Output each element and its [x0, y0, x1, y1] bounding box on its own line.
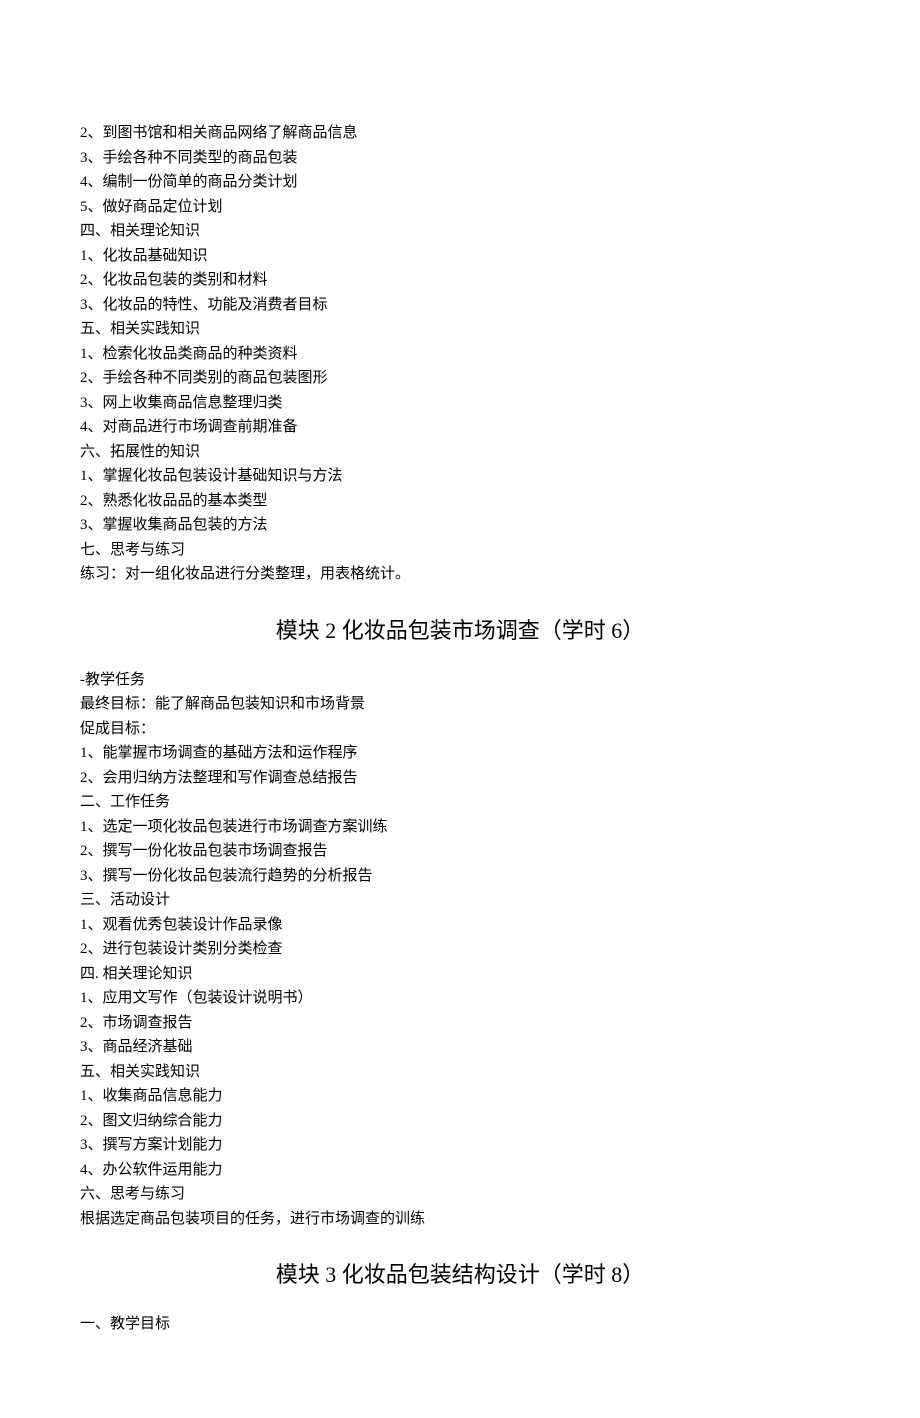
- list-item: 1、观看优秀包装设计作品录像: [80, 914, 840, 937]
- list-item: 2、撰写一份化妆品包装市场调查报告: [80, 840, 840, 863]
- list-item: 2、熟悉化妆品品的基本类型: [80, 490, 840, 513]
- body-text: 最终目标：能了解商品包装知识和市场背景: [80, 693, 840, 716]
- list-item: 1、化妆品基础知识: [80, 245, 840, 268]
- list-item: 4、对商品进行市场调查前期准备: [80, 416, 840, 439]
- section-heading: 五、相关实践知识: [80, 318, 840, 341]
- list-item: 4、办公软件运用能力: [80, 1159, 840, 1182]
- list-item: 2、市场调查报告: [80, 1012, 840, 1035]
- section-heading: 四、相关理论知识: [80, 220, 840, 243]
- section-heading: 七、思考与练习: [80, 539, 840, 562]
- list-item: 3、手绘各种不同类型的商品包装: [80, 147, 840, 170]
- list-item: 2、到图书馆和相关商品网络了解商品信息: [80, 122, 840, 145]
- section-heading: 一、教学目标: [80, 1313, 840, 1336]
- list-item: 1、应用文写作（包装设计说明书）: [80, 987, 840, 1010]
- list-item: 1、能掌握市场调查的基础方法和运作程序: [80, 742, 840, 765]
- list-item: 3、化妆品的特性、功能及消费者目标: [80, 294, 840, 317]
- list-item: 2、图文归纳综合能力: [80, 1110, 840, 1133]
- body-text: 根据选定商品包装项目的任务，进行市场调查的训练: [80, 1208, 840, 1231]
- list-item: 2、进行包装设计类别分类检查: [80, 938, 840, 961]
- list-item: 3、网上收集商品信息整理归类: [80, 392, 840, 415]
- section-heading: 六、拓展性的知识: [80, 441, 840, 464]
- list-item: 3、撰写一份化妆品包装流行趋势的分析报告: [80, 865, 840, 888]
- list-item: 3、掌握收集商品包装的方法: [80, 514, 840, 537]
- section-heading: 四. 相关理论知识: [80, 963, 840, 986]
- section-heading: -教学任务: [80, 669, 840, 692]
- list-item: 2、化妆品包装的类别和材料: [80, 269, 840, 292]
- body-text: 练习：对一组化妆品进行分类整理，用表格统计。: [80, 563, 840, 586]
- list-item: 4、编制一份简单的商品分类计划: [80, 171, 840, 194]
- section-heading: 二、工作任务: [80, 791, 840, 814]
- body-text: 促成目标：: [80, 718, 840, 741]
- module-title: 模块 2 化妆品包装市场调查（学时 6）: [80, 614, 840, 647]
- list-item: 3、撰写方案计划能力: [80, 1134, 840, 1157]
- list-item: 1、收集商品信息能力: [80, 1085, 840, 1108]
- list-item: 1、掌握化妆品包装设计基础知识与方法: [80, 465, 840, 488]
- list-item: 2、手绘各种不同类别的商品包装图形: [80, 367, 840, 390]
- section-heading: 三、活动设计: [80, 889, 840, 912]
- list-item: 3、商品经济基础: [80, 1036, 840, 1059]
- list-item: 1、检索化妆品类商品的种类资料: [80, 343, 840, 366]
- list-item: 5、做好商品定位计划: [80, 196, 840, 219]
- list-item: 1、选定一项化妆品包装进行市场调查方案训练: [80, 816, 840, 839]
- section-heading: 六、思考与练习: [80, 1183, 840, 1206]
- list-item: 2、会用归纳方法整理和写作调查总结报告: [80, 767, 840, 790]
- section-heading: 五、相关实践知识: [80, 1061, 840, 1084]
- module-title: 模块 3 化妆品包装结构设计（学时 8）: [80, 1258, 840, 1291]
